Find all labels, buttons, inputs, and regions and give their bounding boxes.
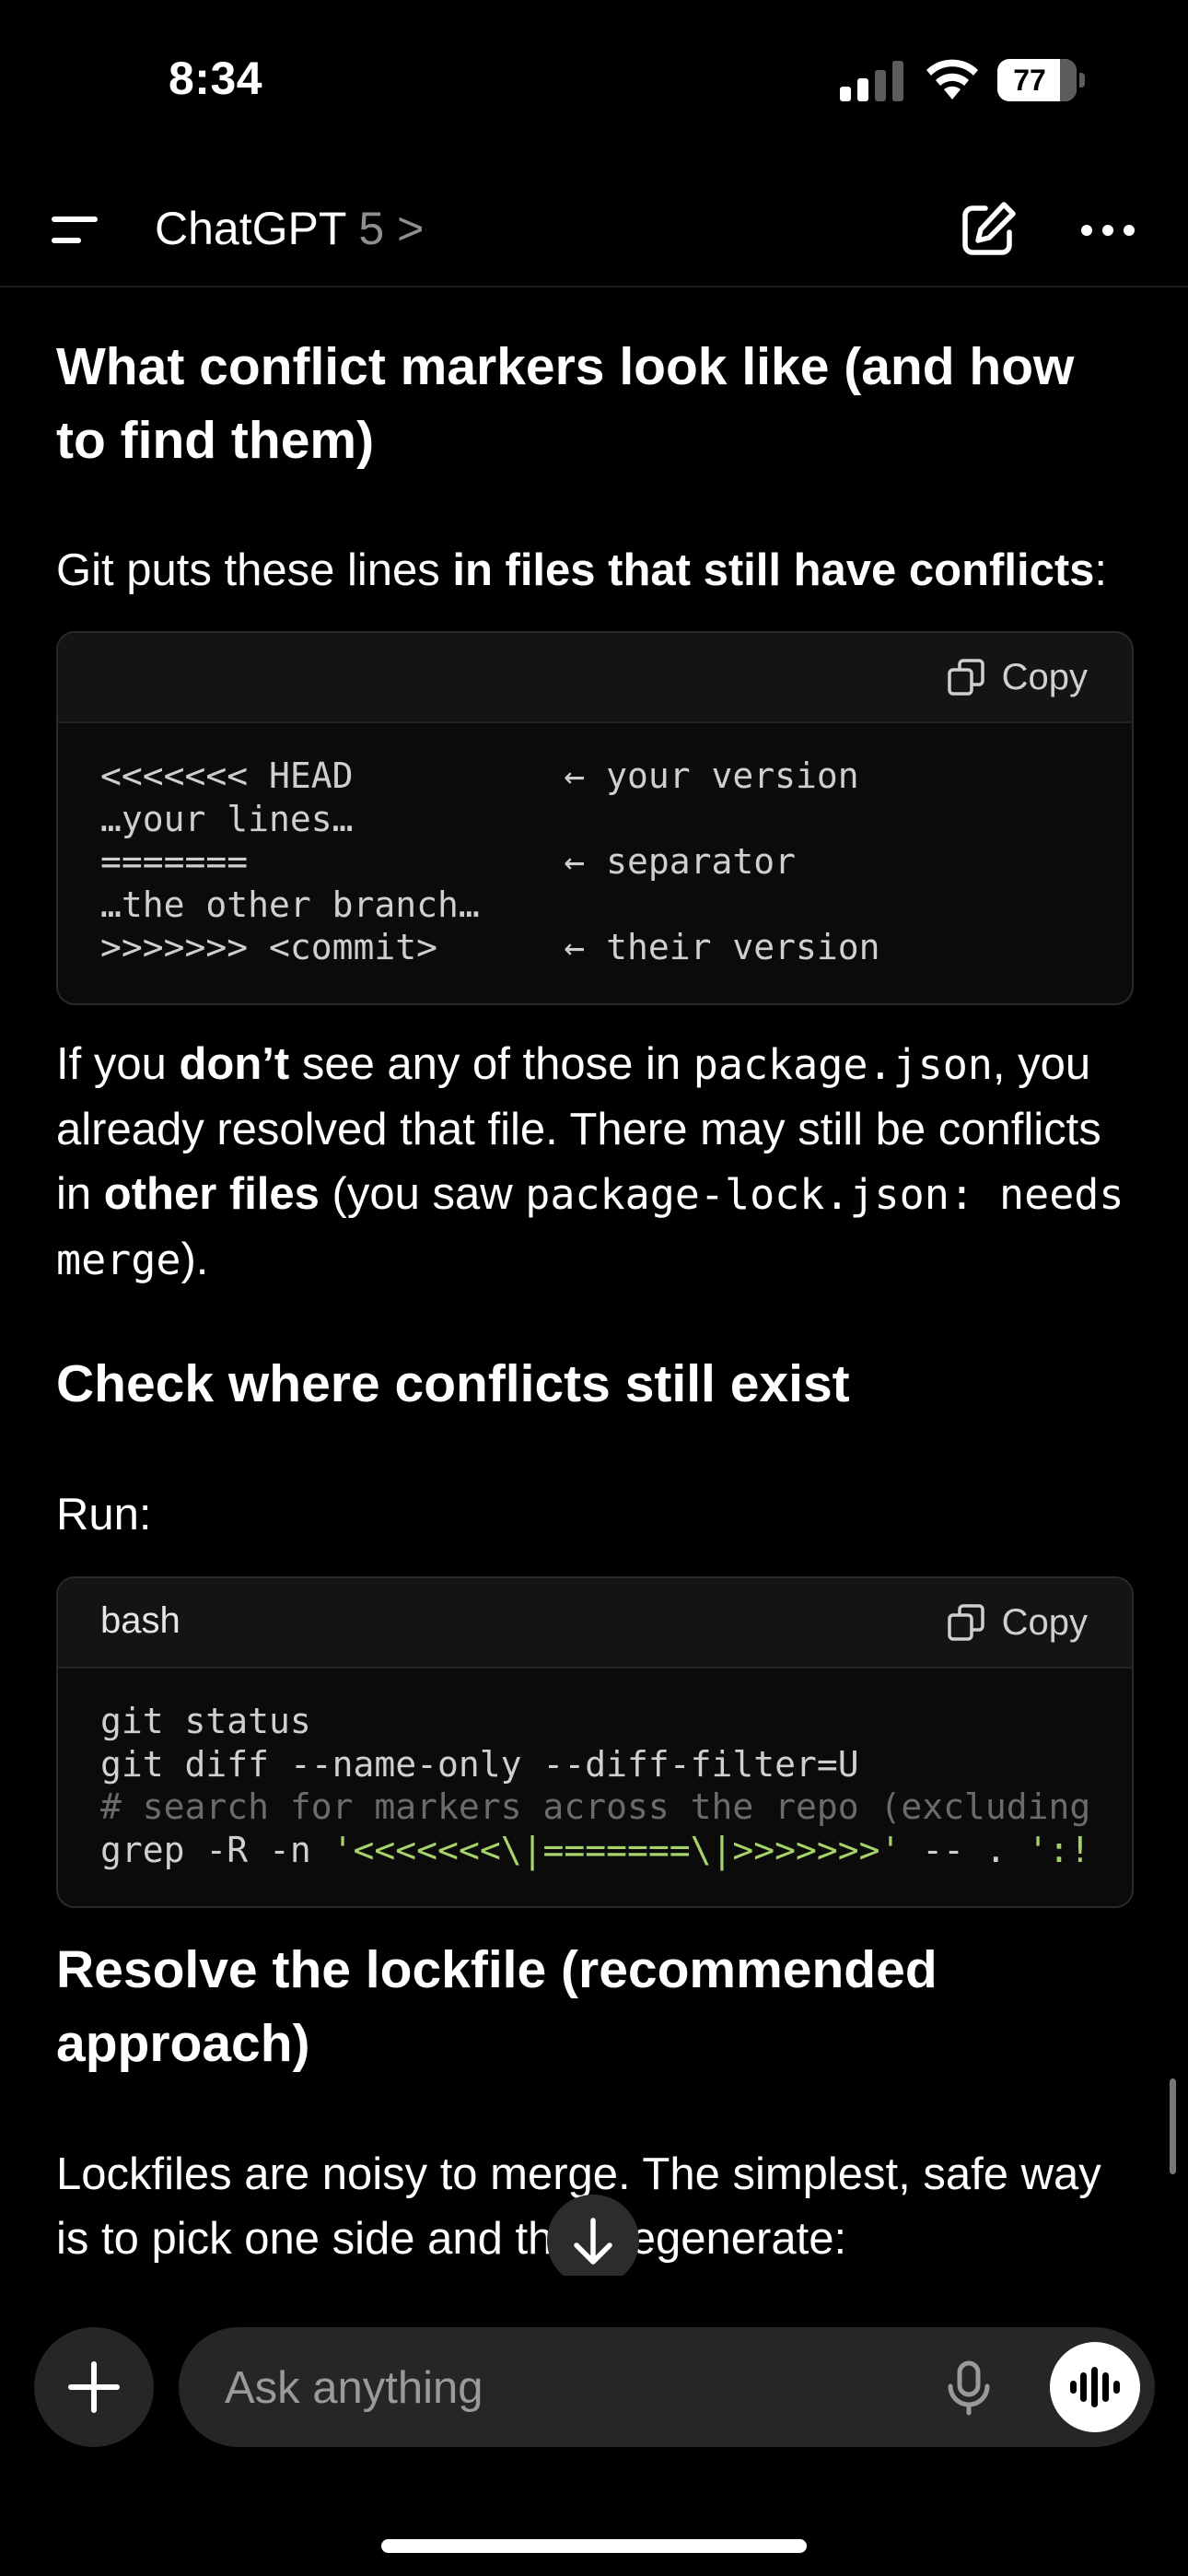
heading-resolve-lockfile: Resolve the lockfile (recommended approa… — [56, 1940, 938, 2073]
mic-icon[interactable] — [943, 2360, 995, 2416]
code-line: >>>>>>> <commit> ← their version — [100, 927, 880, 967]
code-block-bash: bash Copy git status git diff --name-only… — [56, 1576, 1134, 1908]
code-block-header: Copy — [58, 633, 1132, 723]
code-block-header: bash Copy — [58, 1578, 1132, 1669]
code-line: git diff --name-only --diff-filter=U — [100, 1743, 859, 1785]
app-header: ChatGPT 5 > — [0, 175, 1188, 287]
code-content: <<<<<<< HEAD ← your version …your lines… =… — [58, 723, 1132, 969]
status-bar: 8:34 77 — [0, 0, 1188, 157]
chevron-right-icon: > — [397, 203, 425, 254]
copy-icon — [947, 1604, 984, 1641]
markers-intro: Git puts these lines in files that still… — [56, 545, 1108, 595]
model-selector[interactable]: ChatGPT 5 > — [155, 201, 424, 256]
code-line: grep -R -n '<<<<<<<\|=======\|>>>>>>>' -… — [100, 1829, 1091, 1870]
code-line: ======= ← separator — [100, 841, 796, 882]
arrow-down-icon — [574, 2218, 612, 2265]
battery-indicator: 77 — [997, 59, 1086, 101]
code-line: …the other branch… — [100, 884, 480, 925]
battery-level: 77 — [1013, 64, 1046, 97]
code-content: git status git diff --name-only --diff-fi… — [58, 1669, 1132, 1871]
cellular-signal-icon — [840, 61, 903, 101]
run-label: Run: — [56, 1490, 152, 1540]
scroll-indicator — [1170, 2078, 1176, 2174]
message-composer[interactable] — [179, 2327, 1155, 2449]
copy-icon — [947, 659, 984, 696]
copy-label: Copy — [1001, 1601, 1088, 1643]
copy-button[interactable]: Copy — [947, 653, 1088, 701]
add-attachment-button[interactable] — [34, 2327, 154, 2447]
copy-button[interactable]: Copy — [947, 1598, 1088, 1646]
code-line: …your lines… — [100, 798, 354, 839]
resolved-paragraph: If you don’t see any of those in package… — [56, 1039, 1124, 1284]
more-icon[interactable] — [1079, 221, 1136, 240]
new-chat-icon[interactable] — [958, 199, 1019, 260]
menu-icon[interactable] — [48, 208, 103, 252]
plus-icon — [68, 2361, 120, 2413]
scroll-to-bottom-button[interactable] — [547, 2195, 639, 2287]
voice-mode-button[interactable] — [1050, 2342, 1140, 2432]
code-line: git status — [100, 1701, 311, 1741]
voice-mode-icon — [1070, 2367, 1120, 2407]
model-version: 5 — [358, 203, 385, 254]
status-time: 8:34 — [169, 53, 263, 104]
code-language: bash — [100, 1600, 181, 1641]
inline-code-package-json: package.json — [693, 1040, 993, 1089]
wifi-icon — [926, 59, 978, 100]
code-line: <<<<<<< HEAD ← your version — [100, 755, 859, 796]
ask-input[interactable] — [223, 2327, 926, 2449]
code-comment: # search for markers across the repo (ex… — [100, 1786, 1091, 1827]
app-title: ChatGPT — [155, 203, 346, 254]
heading-check-conflicts: Check where conflicts still exist — [56, 1354, 850, 1413]
home-indicator — [381, 2539, 807, 2553]
heading-conflict-markers: What conflict markers look like (and how… — [56, 337, 1075, 470]
copy-label: Copy — [1001, 656, 1088, 697]
code-block-markers: Copy <<<<<<< HEAD ← your version …your li… — [56, 631, 1134, 1005]
